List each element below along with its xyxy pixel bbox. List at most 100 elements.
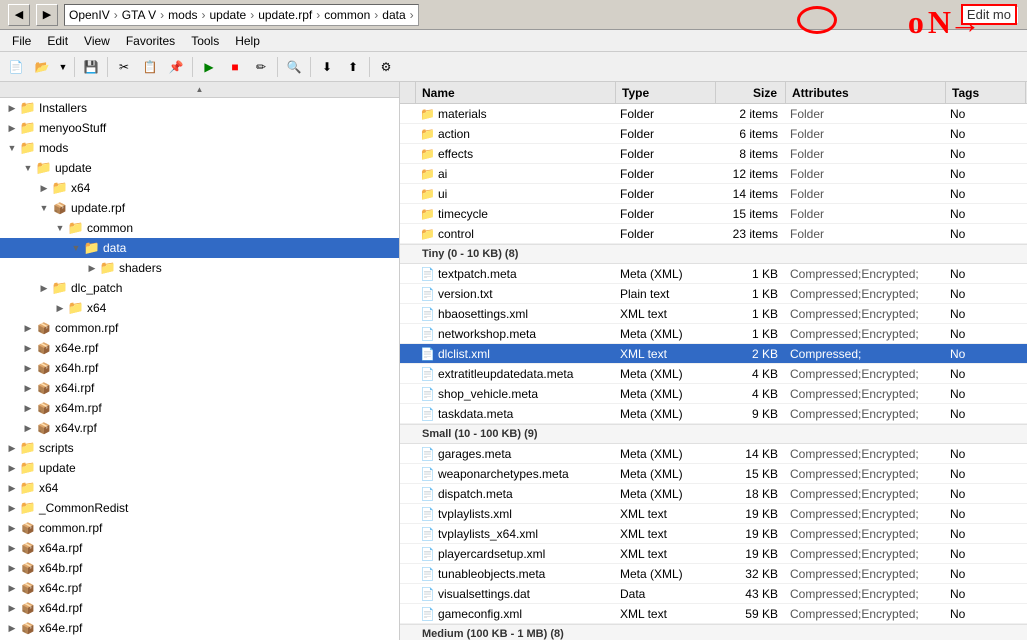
tree-expand[interactable]: ▶	[20, 400, 36, 416]
file-row[interactable]: 📄dlclist.xml XML text 2 KB Compressed; N…	[400, 344, 1027, 364]
tree-item-x64v_rpf[interactable]: ▶📦x64v.rpf	[0, 418, 399, 438]
tree-item-x64[interactable]: ▶📁x64	[0, 178, 399, 198]
tree-expand[interactable]: ▶	[52, 300, 68, 316]
toolbar-dropdown[interactable]: ▼	[56, 55, 70, 79]
tree-item-scripts[interactable]: ▶📁scripts	[0, 438, 399, 458]
file-row[interactable]: 📁effects Folder 8 items Folder No	[400, 144, 1027, 164]
tree-expand[interactable]: ▶	[20, 380, 36, 396]
forward-button[interactable]: ▶	[36, 4, 58, 26]
tree-expand[interactable]: ▶	[20, 340, 36, 356]
file-row[interactable]: 📁ui Folder 14 items Folder No	[400, 184, 1027, 204]
toolbar-cut[interactable]: ✂	[112, 55, 136, 79]
tree-expand[interactable]: ▶	[4, 580, 20, 596]
file-row[interactable]: 📄dispatch.meta Meta (XML) 18 KB Compress…	[400, 484, 1027, 504]
col-header-attr[interactable]: Attributes	[786, 82, 946, 103]
tree-item-x64d_rpf[interactable]: ▶📦x64d.rpf	[0, 598, 399, 618]
tree-expand[interactable]: ▶	[4, 520, 20, 536]
file-row[interactable]: 📄textpatch.meta Meta (XML) 1 KB Compress…	[400, 264, 1027, 284]
file-row[interactable]: 📄tvplaylists.xml XML text 19 KB Compress…	[400, 504, 1027, 524]
file-row[interactable]: 📁ai Folder 12 items Folder No	[400, 164, 1027, 184]
toolbar-settings[interactable]: ⚙	[374, 55, 398, 79]
col-header-type[interactable]: Type	[616, 82, 716, 103]
tree-item-menyooStuff[interactable]: ▶📁menyooStuff	[0, 118, 399, 138]
toolbar-open[interactable]: 📂	[30, 55, 54, 79]
tree-item-x64h_rpf[interactable]: ▶📦x64h.rpf	[0, 358, 399, 378]
file-row[interactable]: 📁timecycle Folder 15 items Folder No	[400, 204, 1027, 224]
menu-view[interactable]: View	[76, 32, 118, 50]
tree-expand[interactable]: ▼	[4, 140, 20, 156]
tree-expand[interactable]: ▶	[4, 560, 20, 576]
menu-help[interactable]: Help	[227, 32, 268, 50]
toolbar-stop[interactable]: ■	[223, 55, 247, 79]
file-row[interactable]: 📄garages.meta Meta (XML) 14 KB Compresse…	[400, 444, 1027, 464]
file-row[interactable]: 📄taskdata.meta Meta (XML) 9 KB Compresse…	[400, 404, 1027, 424]
col-header-name[interactable]: Name	[416, 82, 616, 103]
tree-expand[interactable]: ▶	[4, 600, 20, 616]
file-row[interactable]: 📄version.txt Plain text 1 KB Compressed;…	[400, 284, 1027, 304]
file-row[interactable]: 📄hbaosettings.xml XML text 1 KB Compress…	[400, 304, 1027, 324]
file-row[interactable]: 📁materials Folder 2 items Folder No	[400, 104, 1027, 124]
file-row[interactable]: 📄tvplaylists_x64.xml XML text 19 KB Comp…	[400, 524, 1027, 544]
tree-item-installers[interactable]: ▶📁Installers	[0, 98, 399, 118]
file-row[interactable]: 📄gameconfig.xml XML text 59 KB Compresse…	[400, 604, 1027, 624]
tree-item-x64b_rpf[interactable]: ▶📦x64b.rpf	[0, 558, 399, 578]
file-row[interactable]: 📄visualsettings.dat Data 43 KB Compresse…	[400, 584, 1027, 604]
tree-expand[interactable]: ▶	[4, 500, 20, 516]
toolbar-paste[interactable]: 📌	[164, 55, 188, 79]
menu-edit[interactable]: Edit	[39, 32, 76, 50]
toolbar-extract[interactable]: ⬇	[315, 55, 339, 79]
tree-expand[interactable]: ▶	[4, 100, 20, 116]
toolbar-new[interactable]: 📄	[4, 55, 28, 79]
toolbar-copy[interactable]: 📋	[138, 55, 162, 79]
tree-item-x64e_rpf2[interactable]: ▶📦x64e.rpf	[0, 618, 399, 638]
col-header-tags[interactable]: Tags	[946, 82, 1026, 103]
back-button[interactable]: ◀	[8, 4, 30, 26]
tree-item-mods[interactable]: ▼📁mods	[0, 138, 399, 158]
tree-expand[interactable]: ▶	[4, 620, 20, 636]
toolbar-play[interactable]: ▶	[197, 55, 221, 79]
tree-expand[interactable]: ▶	[20, 320, 36, 336]
tree-expand[interactable]: ▶	[4, 480, 20, 496]
tree-item-CommonRedist[interactable]: ▶📁_CommonRedist	[0, 498, 399, 518]
tree-item-data[interactable]: ▼📁data	[0, 238, 399, 258]
tree-expand[interactable]: ▼	[68, 240, 84, 256]
tree-expand[interactable]: ▶	[20, 360, 36, 376]
toolbar-import[interactable]: ⬆	[341, 55, 365, 79]
file-row[interactable]: 📄extratitleupdatedata.meta Meta (XML) 4 …	[400, 364, 1027, 384]
toolbar-edit[interactable]: ✏	[249, 55, 273, 79]
file-row[interactable]: 📄shop_vehicle.meta Meta (XML) 4 KB Compr…	[400, 384, 1027, 404]
file-row[interactable]: 📄networkshop.meta Meta (XML) 1 KB Compre…	[400, 324, 1027, 344]
tree-item-x64a_rpf[interactable]: ▶📦x64a.rpf	[0, 538, 399, 558]
file-row[interactable]: 📄tunableobjects.meta Meta (XML) 32 KB Co…	[400, 564, 1027, 584]
tree-expand[interactable]: ▶	[84, 260, 100, 276]
tree-item-common_rpf[interactable]: ▶📦common.rpf	[0, 318, 399, 338]
file-row[interactable]: 📄playercardsetup.xml XML text 19 KB Comp…	[400, 544, 1027, 564]
tree-expand[interactable]: ▶	[36, 180, 52, 196]
menu-favorites[interactable]: Favorites	[118, 32, 183, 50]
toolbar-save[interactable]: 💾	[79, 55, 103, 79]
file-row[interactable]: 📄weaponarchetypes.meta Meta (XML) 15 KB …	[400, 464, 1027, 484]
toolbar-zoom[interactable]: 🔍	[282, 55, 306, 79]
tree-item-x64c_rpf[interactable]: ▶📦x64c.rpf	[0, 578, 399, 598]
tree-expand[interactable]: ▼	[36, 200, 52, 216]
tree-expand[interactable]: ▼	[52, 220, 68, 236]
col-header-size[interactable]: Size	[716, 82, 786, 103]
tree-expand[interactable]: ▶	[36, 280, 52, 296]
tree-item-x64e_rpf[interactable]: ▶📦x64e.rpf	[0, 338, 399, 358]
tree-item-update_rpf[interactable]: ▼📦update.rpf	[0, 198, 399, 218]
menu-file[interactable]: File	[4, 32, 39, 50]
tree-scroll-up[interactable]: ▲	[0, 82, 399, 98]
tree-item-update[interactable]: ▼📁update	[0, 158, 399, 178]
tree-item-x64b[interactable]: ▶📁x64	[0, 298, 399, 318]
tree-item-common_rpf2[interactable]: ▶📦common.rpf	[0, 518, 399, 538]
tree-expand[interactable]: ▶	[4, 460, 20, 476]
edit-mode-button[interactable]: Edit mo	[968, 6, 1019, 24]
tree-item-shaders[interactable]: ▶📁shaders	[0, 258, 399, 278]
tree-expand[interactable]: ▼	[20, 160, 36, 176]
tree-item-dlc_patch[interactable]: ▶📁dlc_patch	[0, 278, 399, 298]
file-row[interactable]: 📁control Folder 23 items Folder No	[400, 224, 1027, 244]
tree-expand[interactable]: ▶	[4, 540, 20, 556]
menu-tools[interactable]: Tools	[183, 32, 227, 50]
file-row[interactable]: 📁action Folder 6 items Folder No	[400, 124, 1027, 144]
tree-expand[interactable]: ▶	[4, 440, 20, 456]
